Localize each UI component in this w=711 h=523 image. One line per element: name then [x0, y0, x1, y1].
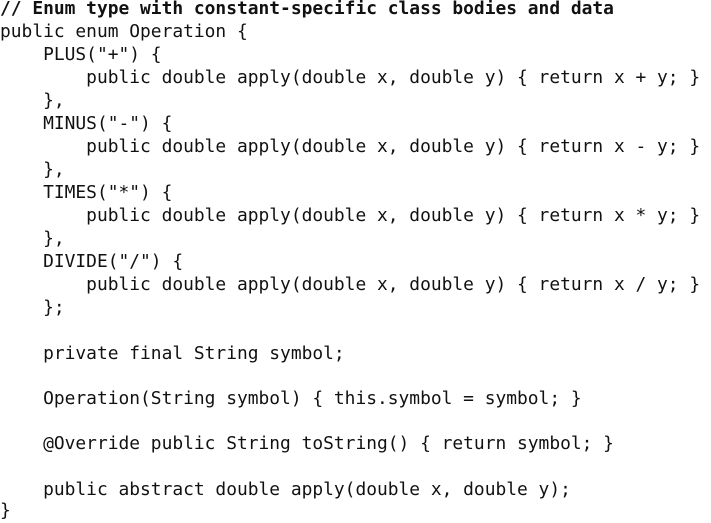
code-line: }	[0, 500, 11, 521]
code-line: },	[0, 159, 65, 180]
code-line: public double apply(double x, double y) …	[0, 67, 701, 88]
code-line: TIMES("*") {	[0, 182, 173, 203]
code-line: public abstract double apply(double x, d…	[0, 479, 571, 500]
code-line: public double apply(double x, double y) …	[0, 274, 701, 295]
code-line: public enum Operation {	[0, 21, 248, 42]
code-line: MINUS("-") {	[0, 113, 173, 134]
code-line: DIVIDE("/") {	[0, 251, 184, 272]
code-line: PLUS("+") {	[0, 44, 162, 65]
code-line: public double apply(double x, double y) …	[0, 136, 701, 157]
code-line: };	[0, 297, 65, 318]
code-line: },	[0, 90, 65, 111]
code-line: @Override public String toString() { ret…	[0, 433, 614, 454]
code-comment-line: // Enum type with constant-specific clas…	[0, 0, 614, 19]
code-line: public double apply(double x, double y) …	[0, 205, 701, 226]
code-line: private final String symbol;	[0, 343, 345, 364]
code-line: Operation(String symbol) { this.symbol =…	[0, 388, 582, 409]
code-line: },	[0, 228, 65, 249]
code-listing: // Enum type with constant-specific clas…	[0, 0, 711, 522]
